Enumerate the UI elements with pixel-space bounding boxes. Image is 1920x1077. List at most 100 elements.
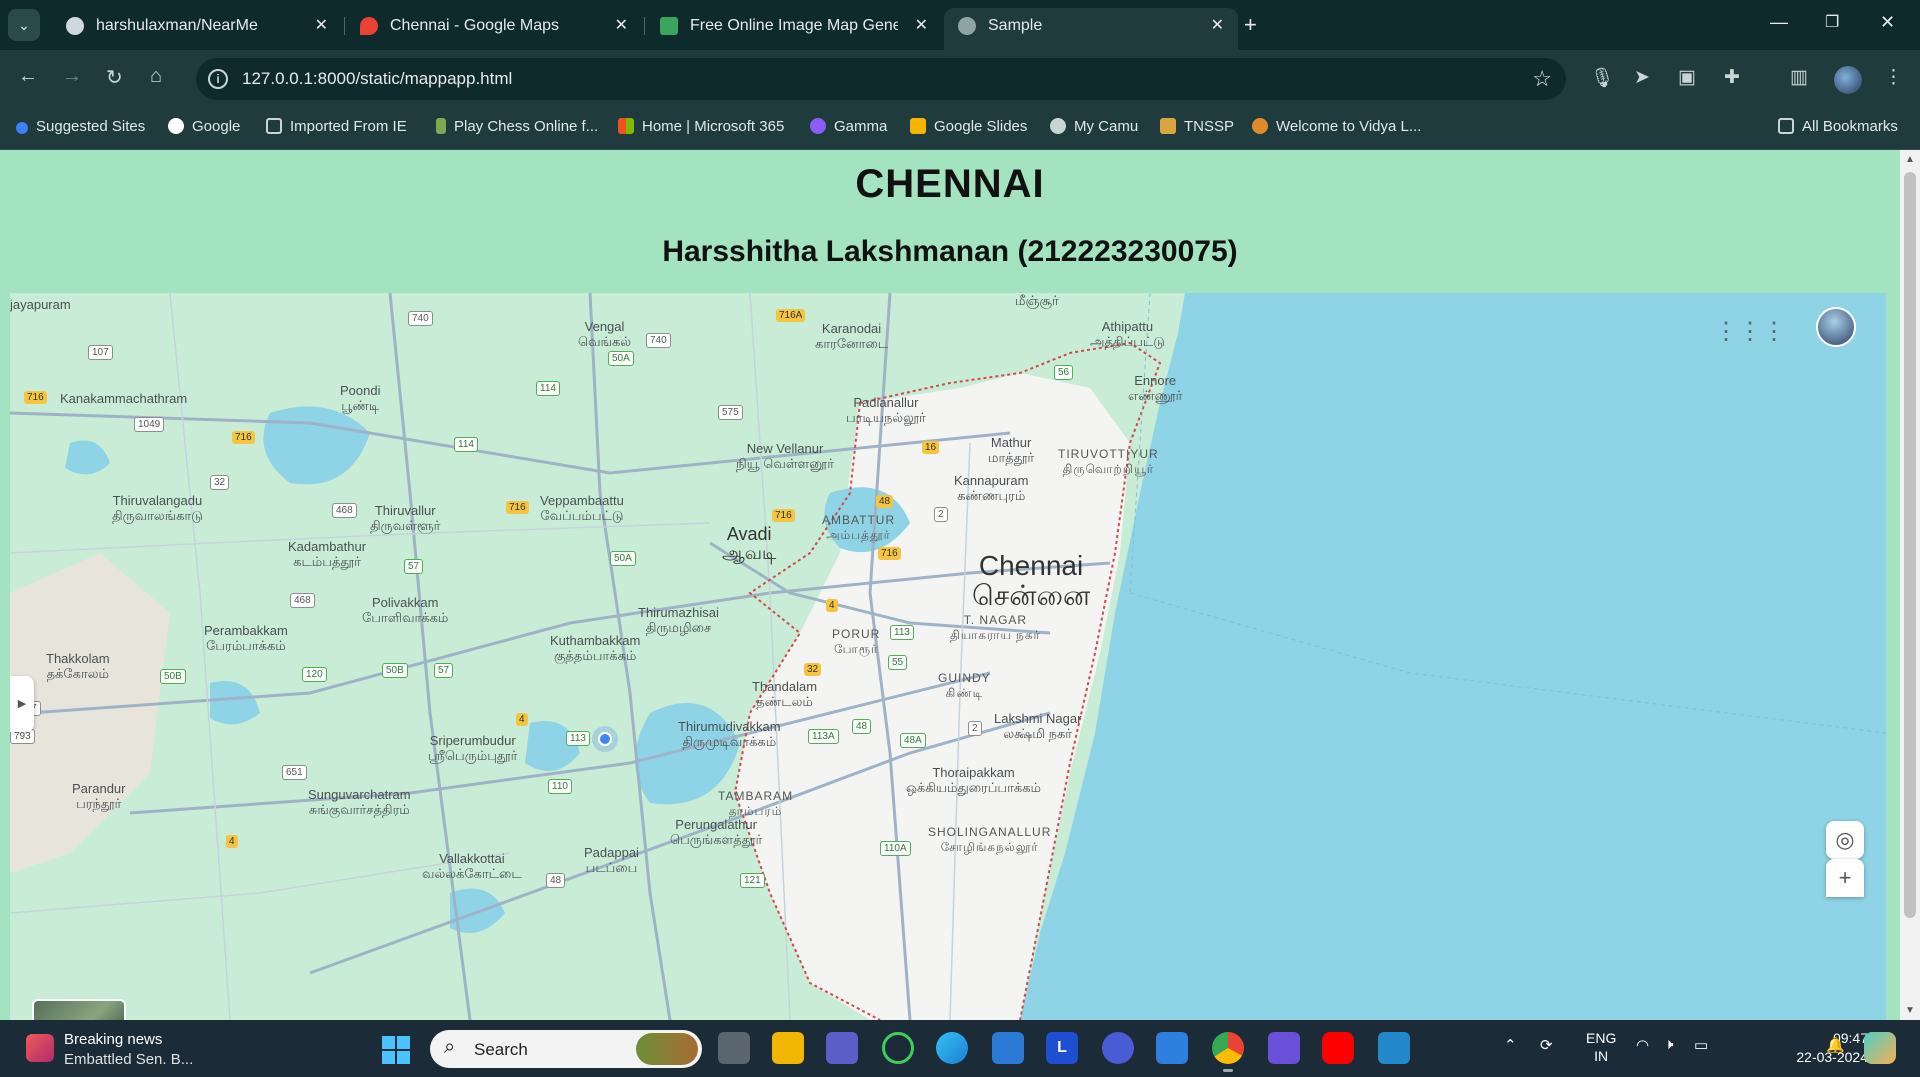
microphone-icon[interactable]: 🎙 [1590,66,1614,90]
site-info-icon[interactable]: i [208,69,228,89]
chrome-icon[interactable] [1212,1032,1244,1072]
bookmark-tnssp[interactable]: TNSSP [1160,118,1234,135]
tray-overflow-icon[interactable]: ⌃ [1504,1036,1517,1054]
volume-mute-icon[interactable]: 🕨 [1664,1036,1673,1053]
tab-title: Free Online Image Map Genera [690,17,898,34]
taskbar-search[interactable]: ⌕ Search [430,1030,702,1068]
extension-icon[interactable]: ▣ [1678,66,1696,89]
bookmark-google-slides[interactable]: Google Slides [910,118,1027,135]
road-shield: 56 [1054,365,1074,380]
road-shield: 32 [804,663,822,676]
tab-title: Sample [988,17,1043,34]
scrollbar-thumb[interactable] [1904,172,1916,918]
arc-app-icon[interactable] [1102,1032,1134,1064]
l-app-icon[interactable]: L [1046,1032,1078,1064]
home-button[interactable]: ⌂ [150,65,162,88]
tab-image-map[interactable]: Free Online Image Map Genera ✕ [646,8,942,50]
map-layers-thumbnail[interactable] [32,999,126,1020]
road-shield: 4 [226,835,238,848]
bookmark-microsoft-365[interactable]: Home | Microsoft 365 [618,118,784,135]
road-shield: 50A [610,551,636,566]
copilot-icon[interactable] [1864,1032,1896,1064]
camu-icon [1050,118,1066,134]
restore-button[interactable]: ❐ [1825,12,1839,32]
close-icon[interactable]: ✕ [1211,15,1224,35]
tab-google-maps[interactable]: Chennai - Google Maps ✕ [346,8,642,50]
road-shield: 2 [968,721,982,736]
cursor-extension-icon[interactable]: ➤ [1634,66,1650,89]
close-icon[interactable]: ✕ [915,15,928,35]
map-place-label: Kannapuram கண்ணபுரம் [954,473,1029,503]
road-shield: 2 [934,507,948,522]
new-tab-button[interactable]: + [1244,12,1257,38]
apps-grid-icon[interactable]: ⋮⋮⋮ [1714,317,1786,346]
task-view-icon[interactable] [718,1032,750,1064]
map-place-label: Athipattu அத்திப்பட்டு [1090,319,1165,349]
current-location-marker [598,732,612,746]
profile-avatar[interactable] [1834,66,1862,94]
all-bookmarks-button[interactable]: All Bookmarks [1778,118,1898,135]
bookmark-google[interactable]: Google [168,118,240,135]
microsoft-icon [618,118,634,134]
notification-bell-icon[interactable]: 🔔 [1826,1036,1845,1054]
news-widget-icon[interactable] [26,1034,54,1062]
tab-search-button[interactable]: ⌄ [8,9,40,41]
extensions-puzzle-icon[interactable]: ✚ [1724,66,1740,89]
todo-icon[interactable] [1156,1032,1188,1064]
close-icon[interactable]: ✕ [315,15,328,35]
window-close-button[interactable]: ✕ [1880,12,1895,33]
teams-icon[interactable] [826,1032,858,1064]
youtube-icon[interactable] [1322,1032,1354,1064]
tab-github[interactable]: harshulaxman/NearMe ✕ [52,8,342,50]
tab-sample[interactable]: Sample ✕ [944,8,1238,50]
vscode-icon[interactable] [1378,1032,1410,1064]
language-indicator[interactable]: ENG IN [1586,1029,1616,1065]
bookmark-suggested-sites[interactable]: Suggested Sites [16,118,145,135]
folder-icon [266,118,282,134]
map-account-avatar[interactable] [1816,307,1856,347]
road-shield: 57 [434,663,454,678]
edge-icon[interactable] [936,1032,968,1064]
bookmark-star-icon[interactable]: ☆ [1532,66,1552,92]
address-bar[interactable]: i 127.0.0.1:8000/static/mappapp.html ☆ [196,58,1566,100]
side-panel-toggle[interactable]: ▶ [10,676,34,732]
map-place-label: Polivakkam போளிவாக்கம் [362,595,449,625]
reload-button[interactable]: ↻ [106,65,123,90]
side-panel-icon[interactable]: ▥ [1790,66,1808,89]
microsoft-store-icon[interactable] [992,1032,1024,1064]
map-area-label: TIRUVOTTIYUR திருவொற்றியூர் [1058,447,1159,476]
road-shield: 48A [900,733,926,748]
scroll-down-icon[interactable]: ▼ [1905,1005,1915,1016]
map-place-label: Veppambaattu வேப்பம்பட்டு [540,493,624,523]
minimize-button[interactable]: — [1770,12,1788,33]
bookmark-vidya[interactable]: Welcome to Vidya L... [1252,118,1421,135]
news-title[interactable]: Breaking news [64,1031,162,1048]
road-shield: 32 [210,475,230,490]
wifi-icon[interactable]: ◠ [1636,1036,1649,1054]
bookmark-my-camu[interactable]: My Camu [1050,118,1138,135]
battery-icon[interactable]: ▭ [1694,1036,1708,1054]
bookmark-imported-from-ie[interactable]: Imported From IE [266,118,407,135]
map-place-label: Ennore எண்ணூர் [1128,373,1183,403]
zoom-in-button[interactable]: + [1826,859,1864,897]
system-clock[interactable]: 09:47 22-03-2024 [1772,1029,1868,1067]
back-button[interactable]: ← [18,65,38,88]
green-app-icon[interactable] [882,1032,914,1064]
file-explorer-icon[interactable] [772,1032,804,1064]
tnssp-icon [1160,118,1176,134]
map-place-label: மீஞ்சூர் [1015,293,1059,308]
news-subtitle[interactable]: Embattled Sen. B... [64,1051,193,1068]
my-location-button[interactable]: ◎ [1826,821,1864,859]
sync-icon[interactable]: ⟳ [1540,1036,1553,1054]
copilot-app-icon[interactable] [1268,1032,1300,1064]
scroll-up-icon[interactable]: ▲ [1905,154,1915,165]
windows-start-icon[interactable] [382,1036,410,1064]
more-menu-icon[interactable]: ⋮ [1884,66,1903,89]
page-scrollbar[interactable]: ▲ ▼ [1900,150,1920,1020]
bookmark-chess[interactable]: Play Chess Online f... [436,118,598,135]
road-shield: 4 [516,713,528,726]
embedded-map[interactable]: jayapuram Vengal வெங்கல் Karanodai காரனோடை… [10,293,1886,1020]
bookmark-gamma[interactable]: Gamma [810,118,887,135]
close-icon[interactable]: ✕ [615,15,628,35]
forward-button[interactable]: → [62,65,82,88]
